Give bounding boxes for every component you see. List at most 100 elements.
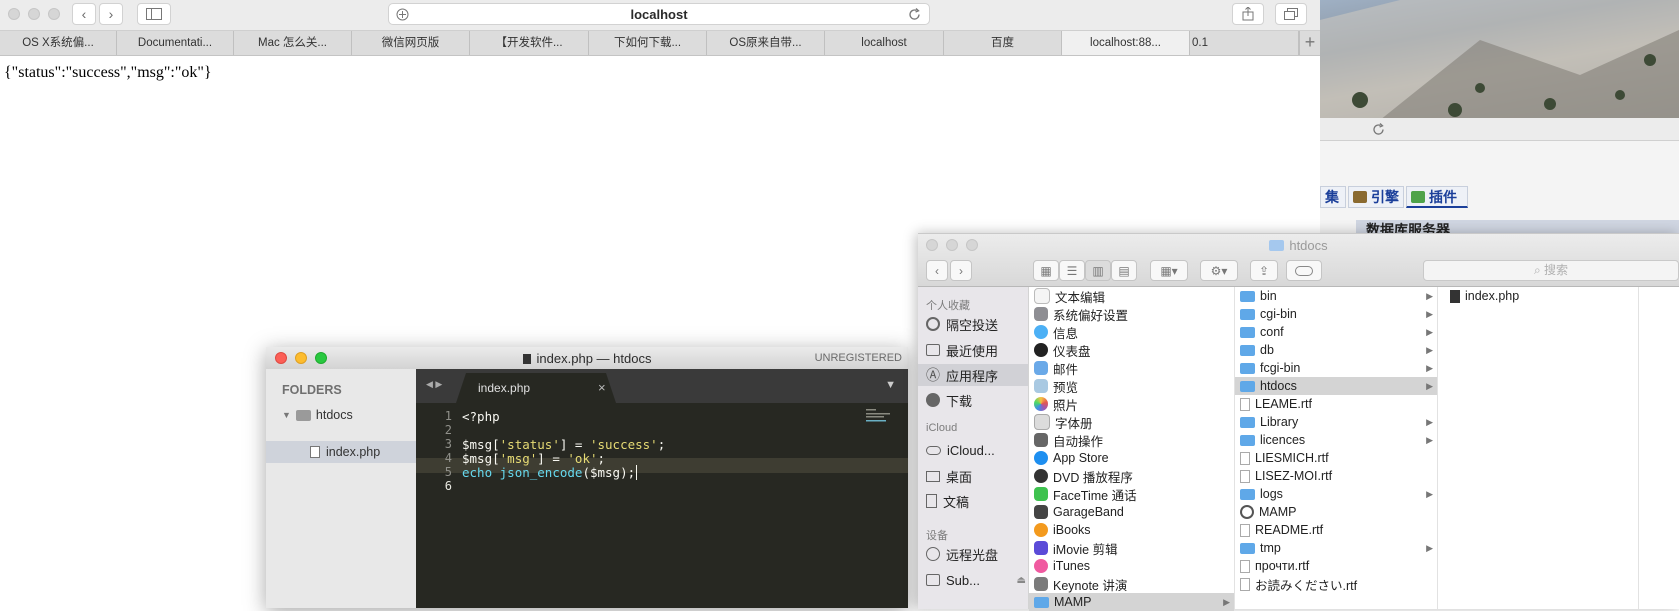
browser-tab[interactable]: Mac 怎么关... xyxy=(234,31,352,55)
reload-icon[interactable] xyxy=(908,8,921,21)
sidebar-item-label: 桌面 xyxy=(946,469,973,485)
sidebar-item-recents[interactable]: 最近使用 xyxy=(926,339,998,361)
sidebar-item-downloads[interactable]: 下载 xyxy=(926,389,972,411)
eject-icon[interactable]: ⏏ xyxy=(1017,575,1026,586)
close-window-button[interactable] xyxy=(8,8,20,20)
bg-tab[interactable]: 插件 xyxy=(1406,186,1468,208)
close-icon[interactable]: × xyxy=(598,380,606,395)
group-button[interactable]: ▦▾ xyxy=(1150,260,1188,281)
chevron-left-icon: ‹ xyxy=(81,6,87,22)
sidebar-item-documents[interactable]: 文稿 xyxy=(926,490,969,512)
tags-button[interactable] xyxy=(1286,260,1322,281)
list-item[interactable]: Library ▶ xyxy=(1235,413,1437,431)
code-line-4[interactable]: $msg['msg'] = 'ok'; xyxy=(462,451,605,466)
sidebar-item-remote-disc[interactable]: 远程光盘 xyxy=(926,543,998,565)
column-view-button[interactable]: ▥ xyxy=(1085,260,1111,281)
list-item[interactable]: LEAME.rtf xyxy=(1235,395,1437,413)
finder-title-text: htdocs xyxy=(1289,238,1328,253)
list-item[interactable]: db ▶ xyxy=(1235,341,1437,359)
tab-dropdown-icon[interactable]: ▼ xyxy=(885,379,896,391)
list-item[interactable]: iTunes xyxy=(1029,557,1234,575)
list-item[interactable]: iBooks xyxy=(1029,521,1234,539)
sidebar-toggle-button[interactable] xyxy=(137,3,171,25)
code-line-1[interactable]: <?php xyxy=(462,409,500,424)
list-item[interactable]: index.php xyxy=(1438,287,1638,305)
browser-tab[interactable]: 下如何下载... xyxy=(589,31,707,55)
list-item[interactable]: 系统偏好设置 xyxy=(1029,305,1234,323)
line-number: 3 xyxy=(444,437,452,451)
list-item[interactable]: licences ▶ xyxy=(1235,431,1437,449)
list-item[interactable]: 仪表盘 xyxy=(1029,341,1234,359)
browser-tab[interactable]: 【开发软件... xyxy=(470,31,589,55)
browser-tab[interactable]: OS X系统偏... xyxy=(0,31,117,55)
list-item[interactable]: Keynote 讲演 xyxy=(1029,575,1234,593)
list-item[interactable]: DVD 播放程序 xyxy=(1029,467,1234,485)
action-button[interactable]: ⚙▾ xyxy=(1200,260,1238,281)
sidebar-item-applications[interactable]: Ⓐ 应用程序 xyxy=(918,364,1028,386)
back-button[interactable]: ‹ xyxy=(72,3,96,25)
address-bar[interactable]: localhost xyxy=(388,3,930,25)
list-item[interactable]: 邮件 xyxy=(1029,359,1234,377)
list-item[interactable]: cgi-bin ▶ xyxy=(1235,305,1437,323)
new-tab-button[interactable]: + xyxy=(1298,31,1321,55)
list-item[interactable]: FaceTime 通话 xyxy=(1029,485,1234,503)
browser-tab[interactable]: 微信网页版 xyxy=(352,31,470,55)
code-line-3[interactable]: $msg['status'] = 'success'; xyxy=(462,437,665,452)
list-item[interactable]: iMovie 剪辑 xyxy=(1029,539,1234,557)
zoom-window-button[interactable] xyxy=(48,8,60,20)
browser-tab[interactable]: Documentati... xyxy=(117,31,234,55)
list-item[interactable]: MAMP xyxy=(1235,503,1437,521)
minimap[interactable] xyxy=(866,409,892,423)
list-item[interactable]: App Store xyxy=(1029,449,1234,467)
minimize-window-button[interactable] xyxy=(28,8,40,20)
list-item[interactable]: 预览 xyxy=(1029,377,1234,395)
list-item[interactable]: bin ▶ xyxy=(1235,287,1437,305)
disclosure-triangle-icon[interactable]: ▼ xyxy=(282,410,291,420)
list-item[interactable]: conf ▶ xyxy=(1235,323,1437,341)
file-row[interactable]: index.php xyxy=(310,445,380,459)
list-item[interactable]: GarageBand xyxy=(1029,503,1234,521)
list-item[interactable]: お読みください.rtf xyxy=(1235,575,1437,593)
list-item[interactable]: logs ▶ xyxy=(1235,485,1437,503)
list-item[interactable]: 信息 xyxy=(1029,323,1234,341)
icon-view-button[interactable]: ▦ xyxy=(1033,260,1059,281)
sidebar-item-icloud-drive[interactable]: iCloud... xyxy=(926,439,995,461)
list-item[interactable]: 自动操作 xyxy=(1029,431,1234,449)
list-item[interactable]: LISEZ-MOI.rtf xyxy=(1235,467,1437,485)
list-item-selected[interactable]: htdocs ▶ xyxy=(1235,377,1437,395)
list-item[interactable]: fcgi-bin ▶ xyxy=(1235,359,1437,377)
share-button[interactable] xyxy=(1232,3,1264,25)
forward-button[interactable]: › xyxy=(99,3,123,25)
forward-button[interactable]: › xyxy=(950,260,972,281)
sidebar-item-disk[interactable]: Sub... ⏏ xyxy=(926,569,1026,591)
list-item[interactable]: README.rtf xyxy=(1235,521,1437,539)
code-line-6[interactable]: echo json_encode($msg); xyxy=(462,465,638,480)
list-item[interactable]: 照片 xyxy=(1029,395,1234,413)
browser-tab[interactable]: 0.1 xyxy=(1190,31,1300,55)
list-item[interactable]: LIESMICH.rtf xyxy=(1235,449,1437,467)
search-field[interactable]: ⌕ 搜索 xyxy=(1423,260,1679,281)
browser-tab[interactable]: OS原来自带... xyxy=(707,31,825,55)
list-item[interactable]: tmp ▶ xyxy=(1235,539,1437,557)
dashboard-icon xyxy=(1034,343,1048,357)
gear-icon xyxy=(1034,307,1048,321)
reload-icon[interactable] xyxy=(1372,123,1385,136)
list-item[interactable]: 文本编辑 xyxy=(1029,287,1234,305)
list-item-selected[interactable]: MAMP ▶ xyxy=(1029,593,1234,611)
browser-tab-active[interactable]: localhost:88... xyxy=(1062,31,1190,55)
sidebar-item-desktop[interactable]: 桌面 xyxy=(926,465,972,487)
bg-tab[interactable]: 集 xyxy=(1320,186,1346,208)
tab-nav-arrows-icon[interactable]: ◀ ▶ xyxy=(426,379,442,390)
list-view-button[interactable]: ☰ xyxy=(1059,260,1085,281)
share-button[interactable]: ⇪ xyxy=(1250,260,1278,281)
tabs-overview-button[interactable] xyxy=(1275,3,1307,25)
folder-row[interactable]: ▼ htdocs xyxy=(282,408,353,422)
bg-tab[interactable]: 引擎 xyxy=(1348,186,1404,208)
browser-tab[interactable]: 百度 xyxy=(944,31,1062,55)
browser-tab[interactable]: localhost xyxy=(825,31,944,55)
gallery-view-button[interactable]: ▤ xyxy=(1111,260,1137,281)
sidebar-item-airdrop[interactable]: 隔空投送 xyxy=(926,313,998,335)
list-item[interactable]: 字体册 xyxy=(1029,413,1234,431)
back-button[interactable]: ‹ xyxy=(926,260,948,281)
list-item[interactable]: прочти.rtf xyxy=(1235,557,1437,575)
